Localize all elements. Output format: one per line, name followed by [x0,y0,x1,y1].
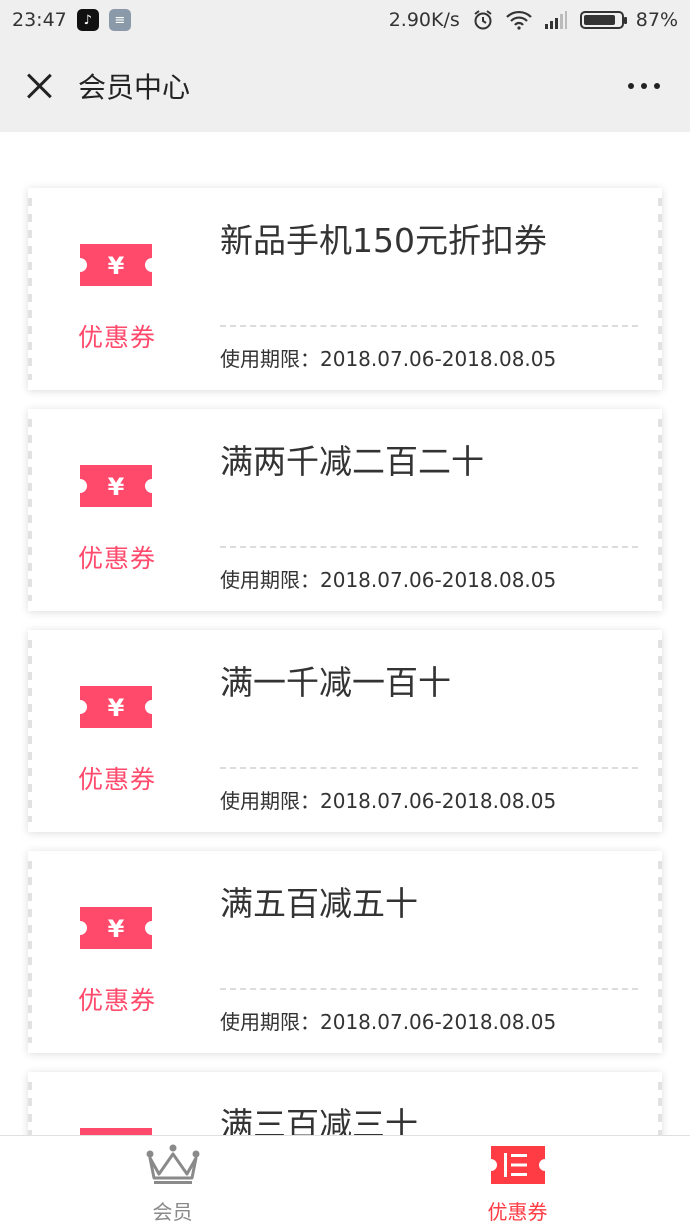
coupon-card[interactable]: ¥ 优惠券 新品手机150元折扣券使用期限：2018.07.06-2018.08.0… [28,188,662,390]
coupon-validity: 使用期限：2018.07.06-2018.08.05 [220,1010,557,1034]
coupon-badge: ¥ 优惠券 [28,630,206,832]
network-speed: 2.90K/s [388,9,460,31]
title-bar: 会员中心 [0,40,690,132]
coupon-name: 满一千减一百十 [220,663,451,702]
wifi-icon [505,10,532,30]
divider [220,325,638,327]
battery-fill [583,15,616,25]
close-icon[interactable] [22,69,56,103]
notes-icon: ≡ [108,9,131,31]
currency-symbol: ¥ [108,252,125,280]
tab-member[interactable]: 会员 [0,1136,345,1227]
coupon-validity: 使用期限：2018.07.06-2018.08.05 [220,789,557,813]
coupon-label: 优惠券 [77,323,156,352]
battery-icon [579,11,627,29]
crown-icon [146,1144,199,1184]
currency-symbol: ¥ [108,915,125,943]
ticket-icon: ¥ [80,907,152,949]
ticket-icon: ¥ [80,465,152,507]
tab-coupon[interactable]: 优惠券 [345,1136,690,1227]
currency-symbol: ¥ [108,694,125,722]
coupon-validity: 使用期限：2018.07.06-2018.08.05 [220,568,557,592]
coupon-list: ¥ 优惠券 新品手机150元折扣券使用期限：2018.07.06-2018.08.0… [0,132,690,1135]
coupon-card[interactable]: ¥ 优惠券 满两千减二百二十使用期限：2018.07.06-2018.08.05 [28,409,662,611]
ticket-icon: ¥ [80,686,152,728]
page-title: 会员中心 [78,71,191,104]
battery-percent: 87% [635,9,678,31]
status-time: 23:47 [12,9,67,31]
divider [220,767,638,769]
coupon-badge: ¥ 优惠券 [28,851,206,1053]
currency-symbol: ¥ [108,473,125,501]
coupon-label: 优惠券 [77,544,156,573]
more-options-icon[interactable] [628,83,660,89]
coupon-card[interactable]: ¥ 优惠券 满一千减一百十使用期限：2018.07.06-2018.08.05 [28,630,662,832]
coupon-card[interactable]: ¥ 优惠券 满五百减五十使用期限：2018.07.06-2018.08.05 [28,851,662,1053]
coupon-name: 满两千减二百二十 [220,442,484,481]
alarm-icon [474,10,492,30]
coupon-label: 优惠券 [77,765,156,794]
signal-icon [544,11,567,29]
tab-bar: 会员 优惠券 [0,1135,690,1227]
tab-member-label: 会员 [152,1200,193,1224]
tiktok-icon: ♪ [76,9,99,31]
coupon-name: 新品手机150元折扣券 [220,221,547,260]
status-bar: 23:47 ♪ ≡ 2.90K/s 87% [0,0,690,40]
coupon-name: 满五百减五十 [220,884,418,923]
divider [220,988,638,990]
coupon-label: 优惠券 [77,986,156,1015]
coupon-badge: ¥优惠券 [28,1072,206,1135]
ticket-icon: ¥ [80,244,152,286]
coupon-icon [490,1146,545,1184]
tab-coupon-label: 优惠券 [487,1200,548,1224]
coupon-validity: 使用期限：2018.07.06-2018.08.05 [220,347,557,371]
divider [220,546,638,548]
coupon-card[interactable]: ¥优惠券满三百减三十使用期限：2018.07.06-2018.08.05 [28,1072,662,1135]
coupon-badge: ¥ 优惠券 [28,188,206,390]
ticket-icon: ¥ [80,1128,152,1135]
coupon-name: 满三百减三十 [220,1105,418,1135]
coupon-badge: ¥ 优惠券 [28,409,206,611]
